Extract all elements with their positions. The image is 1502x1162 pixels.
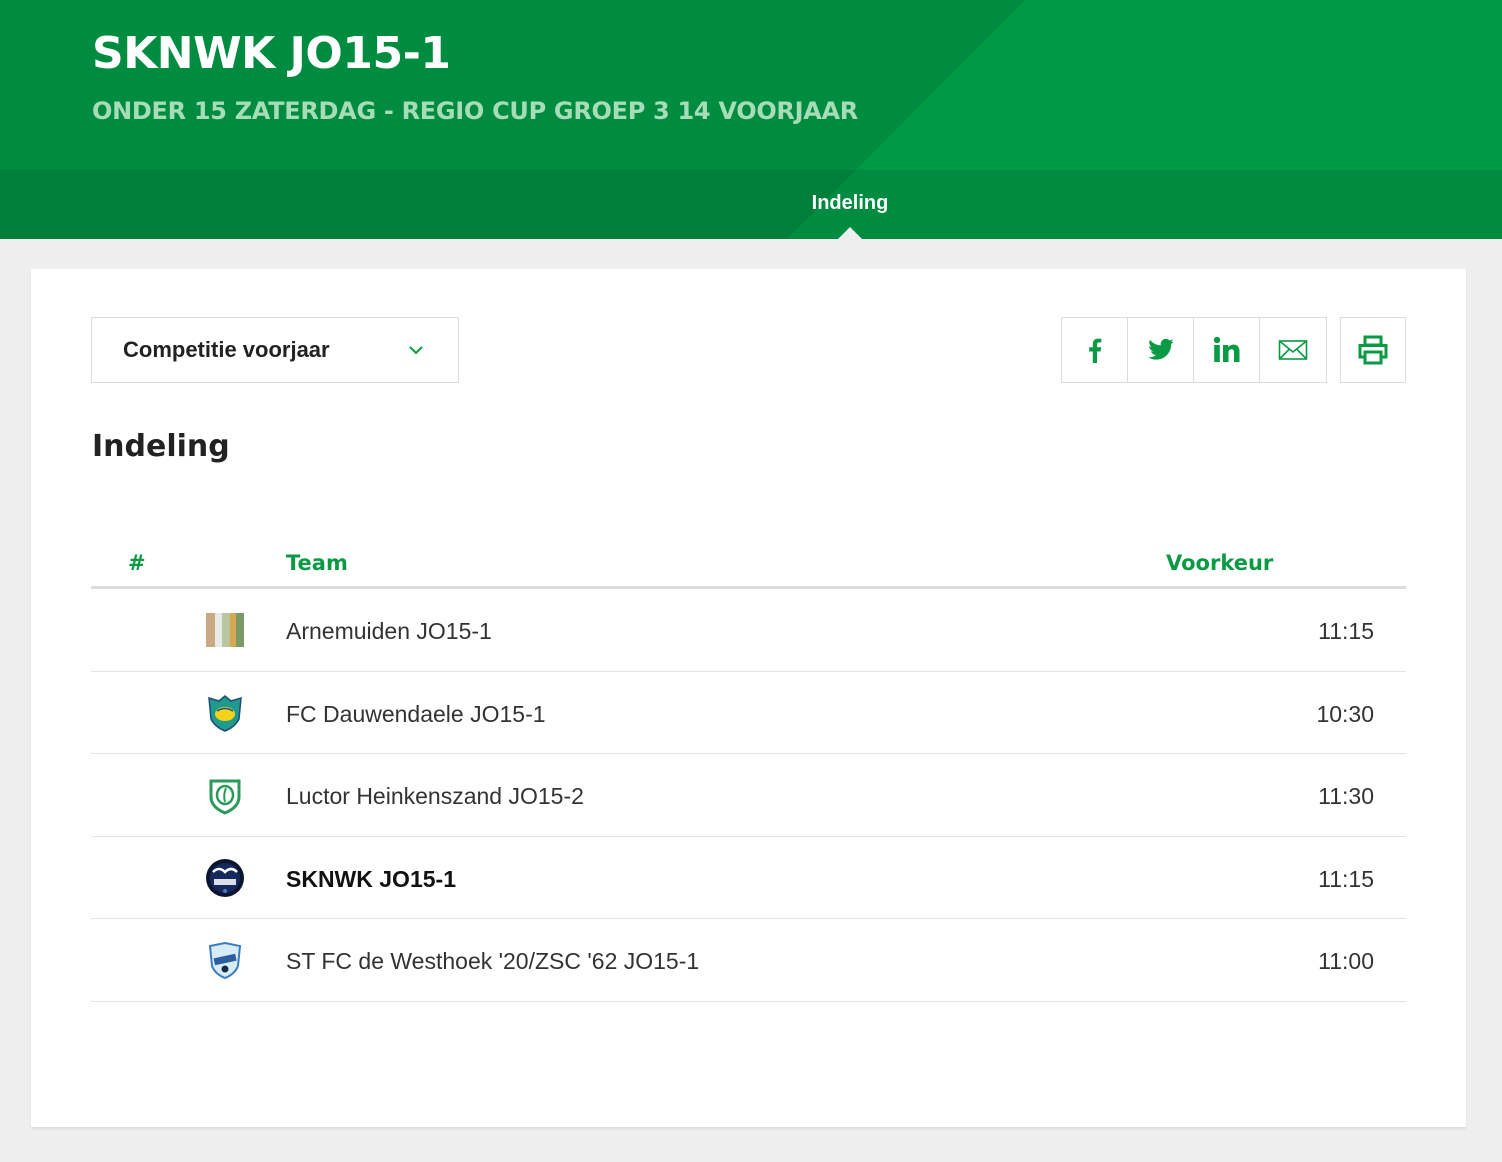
linkedin-share-button[interactable] <box>1194 318 1260 382</box>
linkedin-icon <box>1213 336 1239 362</box>
column-header-team: Team <box>286 551 348 575</box>
team-name: ST FC de Westhoek '20/ZSC '62 JO15-1 <box>286 948 700 974</box>
active-tab-indicator <box>838 227 862 239</box>
preferred-time: 11:15 <box>1318 865 1374 892</box>
team-logo-luctor <box>209 779 241 815</box>
team-logo-sknwk <box>206 858 244 897</box>
competition-select-label: Competitie voorjaar <box>123 337 330 362</box>
table-row: Arnemuiden JO15-1 11:15 <box>91 589 1406 672</box>
page-header: SKNWK JO15-1 ONDER 15 ZATERDAG - REGIO C… <box>0 0 1502 239</box>
team-logo-westhoek <box>208 941 242 980</box>
team-name: Luctor Heinkenszand JO15-2 <box>286 783 584 809</box>
preferred-time: 11:15 <box>1318 618 1374 644</box>
print-button[interactable] <box>1340 317 1406 383</box>
preferred-time: 11:30 <box>1318 783 1374 809</box>
team-logo-arnemuiden <box>206 613 244 647</box>
table-row-highlighted: SKNWK JO15-1 11:15 <box>91 837 1406 919</box>
table-row: Luctor Heinkenszand JO15-2 11:30 <box>91 754 1406 837</box>
tab-indeling[interactable]: Indeling <box>790 192 910 215</box>
twitter-share-button[interactable] <box>1128 318 1194 382</box>
preferred-time: 11:00 <box>1318 948 1374 974</box>
mail-icon <box>1278 340 1308 360</box>
table-row: ST FC de Westhoek '20/ZSC '62 JO15-1 11:… <box>91 919 1406 1002</box>
twitter-icon <box>1147 338 1174 360</box>
chevron-down-icon <box>409 346 423 355</box>
page-title: SKNWK JO15-1 <box>92 28 451 79</box>
email-share-button[interactable] <box>1260 318 1326 382</box>
table-header: # Team Voorkeur <box>91 537 1406 589</box>
facebook-share-button[interactable] <box>1062 318 1128 382</box>
content-card: Competitie voorjaar Indeling # Team Voor… <box>31 269 1466 1127</box>
share-bar <box>1061 317 1327 383</box>
print-icon <box>1358 335 1388 365</box>
table-row: FC Dauwendaele JO15-1 10:30 <box>91 672 1406 754</box>
team-name: Arnemuiden JO15-1 <box>286 618 492 644</box>
section-title: Indeling <box>92 429 230 464</box>
team-name: FC Dauwendaele JO15-1 <box>286 700 546 727</box>
team-logo-dauwendaele <box>208 694 242 732</box>
competition-select[interactable]: Competitie voorjaar <box>91 317 459 383</box>
preferred-time: 10:30 <box>1316 700 1374 727</box>
standings-table: # Team Voorkeur Arnemuiden JO15-1 11:15 <box>91 537 1406 1002</box>
facebook-icon <box>1088 338 1101 363</box>
team-name: SKNWK JO15-1 <box>286 865 456 892</box>
column-header-rank: # <box>128 551 146 575</box>
column-header-preference: Voorkeur <box>1166 551 1274 575</box>
page-subtitle: ONDER 15 ZATERDAG - REGIO CUP GROEP 3 14… <box>92 97 858 125</box>
